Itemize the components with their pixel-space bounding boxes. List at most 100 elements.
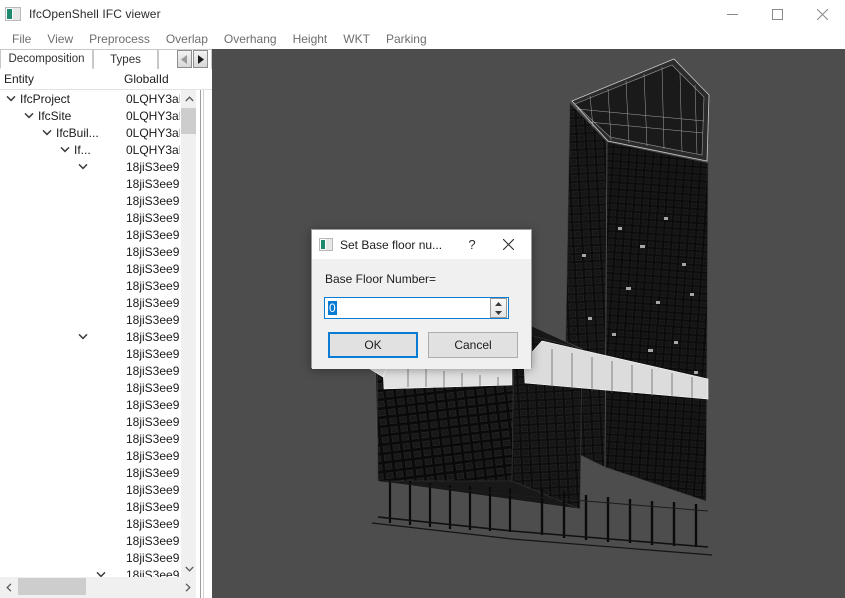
scroll-left-icon[interactable] xyxy=(0,577,17,598)
tree-globalid-value: 18jiS3ee9C xyxy=(126,431,186,446)
tree-globalid-value: 18jiS3ee9C xyxy=(126,176,186,191)
close-icon[interactable] xyxy=(800,0,845,28)
panel-splitter[interactable] xyxy=(196,90,212,598)
tree-row[interactable]: 18jiS3ee9C xyxy=(0,328,196,345)
tree-row[interactable]: 18jiS3ee9C xyxy=(0,430,196,447)
tree-globalid-value: 18jiS3ee9C xyxy=(126,499,186,514)
chevron-down-icon[interactable] xyxy=(94,566,108,577)
tab-scroll-left-icon[interactable] xyxy=(177,50,192,68)
left-panel: Decomposition Types P Entity GlobalId If… xyxy=(0,49,212,598)
tree-row[interactable]: 18jiS3ee9C xyxy=(0,447,196,464)
tree-row[interactable]: 18jiS3ee9C xyxy=(0,379,196,396)
tree-row[interactable]: 18jiS3ee9C xyxy=(0,413,196,430)
entity-tree[interactable]: IfcProject 0LQHY3aN IfcSite 0LQHY3aN IfcBuil… xyxy=(0,90,196,577)
scroll-up-icon[interactable] xyxy=(181,90,197,107)
tree-row[interactable]: 18jiS3ee9C xyxy=(0,158,196,175)
tree-row[interactable]: 18jiS3ee9C xyxy=(0,481,196,498)
tree-row[interactable]: 18jiS3ee9C xyxy=(0,566,196,577)
menu-item-preprocess[interactable]: Preprocess xyxy=(81,30,158,48)
tree-row[interactable]: IfcBuil... 0LQHY3aN xyxy=(0,124,196,141)
tree-row[interactable]: 18jiS3ee9C xyxy=(0,396,196,413)
tree-globalid-value: 18jiS3ee9C xyxy=(126,278,186,293)
tab-decomposition[interactable]: Decomposition xyxy=(0,49,93,69)
tree-horizontal-scrollbar[interactable] xyxy=(0,577,196,598)
dialog-title-bar: Set Base floor nu... ? xyxy=(312,230,531,259)
tree-globalid-value: 18jiS3ee9C xyxy=(126,210,186,225)
tab-scroll-controls xyxy=(177,50,208,68)
spinner-buttons[interactable] xyxy=(490,298,507,318)
hscrollbar-thumb[interactable] xyxy=(18,578,86,595)
menu-item-wkt[interactable]: WKT xyxy=(335,30,378,48)
tree-row[interactable]: 18jiS3ee9C xyxy=(0,311,196,328)
chevron-down-icon[interactable] xyxy=(76,328,90,345)
tree-row[interactable]: 18jiS3ee9C xyxy=(0,362,196,379)
tree-row[interactable]: 18jiS3ee9C xyxy=(0,277,196,294)
set-base-floor-dialog: Set Base floor nu... ? Base Floor Number… xyxy=(311,229,532,369)
tree-entity-label: IfcProject xyxy=(20,91,71,106)
ok-button[interactable]: OK xyxy=(328,332,418,358)
base-floor-number-label: Base Floor Number= xyxy=(325,272,437,286)
tree-row[interactable]: 18jiS3ee9C xyxy=(0,175,196,192)
tree-row[interactable]: 18jiS3ee9C xyxy=(0,549,196,566)
tree-globalid-value: 18jiS3ee9C xyxy=(126,482,186,497)
tree-globalid-value: 18jiS3ee9C xyxy=(126,261,186,276)
window-controls xyxy=(710,0,845,28)
tree-row[interactable]: 18jiS3ee9C xyxy=(0,464,196,481)
base-floor-number-spinbox[interactable]: 0 xyxy=(324,297,509,319)
scrollbar-thumb[interactable] xyxy=(181,108,197,134)
tree-row[interactable]: 18jiS3ee9C xyxy=(0,345,196,362)
column-header-entity[interactable]: Entity xyxy=(0,72,122,86)
tree-globalid-value: 18jiS3ee9C xyxy=(126,244,186,259)
tree-globalid-value: 18jiS3ee9C xyxy=(126,516,186,531)
tree-globalid-value: 18jiS3ee9C xyxy=(126,567,186,578)
scroll-down-icon[interactable] xyxy=(181,560,197,577)
menu-item-parking[interactable]: Parking xyxy=(378,30,435,48)
tree-row[interactable]: 18jiS3ee9C xyxy=(0,515,196,532)
tree-globalid-value: 18jiS3ee9C xyxy=(126,159,186,174)
window-title: IfcOpenShell IFC viewer xyxy=(29,7,161,21)
column-header-globalid[interactable]: GlobalId xyxy=(122,72,212,86)
menu-item-file[interactable]: File xyxy=(4,30,39,48)
tab-types[interactable]: Types xyxy=(93,49,158,69)
cancel-button[interactable]: Cancel xyxy=(428,332,518,358)
tree-row[interactable]: 18jiS3ee9C xyxy=(0,260,196,277)
menu-item-height[interactable]: Height xyxy=(285,30,336,48)
tree-globalid-value: 18jiS3ee9C xyxy=(126,329,186,344)
spinner-up-icon[interactable] xyxy=(491,299,506,308)
tree-entity-label: If... xyxy=(74,142,91,157)
menu-item-overlap[interactable]: Overlap xyxy=(158,30,216,48)
tab-scroll-right-icon[interactable] xyxy=(193,50,208,68)
tree-globalid-value: 0LQHY3aN xyxy=(126,142,186,157)
minimize-icon[interactable] xyxy=(710,0,755,28)
tree-row[interactable]: 18jiS3ee9C xyxy=(0,498,196,515)
tree-row[interactable]: 18jiS3ee9C xyxy=(0,192,196,209)
tree-row[interactable]: IfcProject 0LQHY3aN xyxy=(0,90,196,107)
chevron-down-icon[interactable] xyxy=(22,107,36,124)
tree-row[interactable]: 18jiS3ee9C xyxy=(0,209,196,226)
chevron-down-icon[interactable] xyxy=(76,158,90,175)
menu-item-view[interactable]: View xyxy=(39,30,81,48)
tree-globalid-value: 18jiS3ee9C xyxy=(126,414,186,429)
dialog-app-swatch-icon xyxy=(319,238,333,251)
tree-row[interactable]: If... 0LQHY3aN xyxy=(0,141,196,158)
tree-globalid-value: 0LQHY3aN xyxy=(126,108,186,123)
scroll-right-icon[interactable] xyxy=(179,577,196,598)
tree-row[interactable]: 18jiS3ee9C xyxy=(0,243,196,260)
chevron-down-icon[interactable] xyxy=(40,124,54,141)
tree-globalid-value: 18jiS3ee9C xyxy=(126,227,186,242)
spinner-down-icon[interactable] xyxy=(491,308,506,317)
chevron-down-icon[interactable] xyxy=(58,141,72,158)
chevron-down-icon[interactable] xyxy=(4,90,18,107)
help-icon[interactable]: ? xyxy=(459,230,485,259)
tree-row[interactable]: 18jiS3ee9C xyxy=(0,226,196,243)
tree-vertical-scrollbar[interactable] xyxy=(180,90,197,577)
dialog-close-icon[interactable] xyxy=(491,230,525,259)
menu-item-overhang[interactable]: Overhang xyxy=(216,30,285,48)
tree-row[interactable]: 18jiS3ee9C xyxy=(0,532,196,549)
tree-row[interactable]: IfcSite 0LQHY3aN xyxy=(0,107,196,124)
dialog-title: Set Base floor nu... xyxy=(340,237,443,252)
base-floor-number-input[interactable]: 0 xyxy=(325,301,490,315)
maximize-icon[interactable] xyxy=(755,0,800,28)
tree-row[interactable]: 18jiS3ee9C xyxy=(0,294,196,311)
title-bar: IfcOpenShell IFC viewer xyxy=(0,0,845,28)
